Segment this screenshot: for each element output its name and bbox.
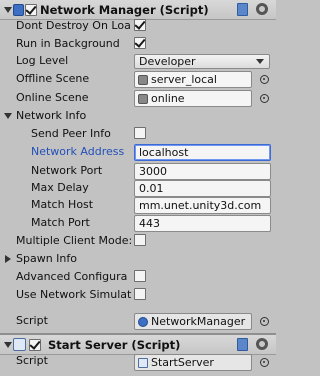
network-manager-foldout-icon[interactable]	[4, 7, 12, 13]
network-address-label: Network Address	[31, 145, 125, 158]
nm-script-picker-icon[interactable]	[260, 317, 269, 326]
online-scene-field[interactable]: online	[134, 90, 252, 107]
dont-destroy-label: Dont Destroy On Loa	[16, 19, 131, 32]
nm-script-value: NetworkManager	[151, 315, 246, 328]
send-peer-info-label: Send Peer Info	[31, 127, 111, 140]
log-level-dropdown[interactable]: Developer	[134, 54, 270, 69]
offline-scene-field[interactable]: server_local	[134, 71, 252, 88]
network-port-label: Network Port	[31, 164, 103, 177]
scene-icon	[138, 94, 148, 104]
match-host-label: Match Host	[31, 198, 94, 211]
help-book-icon[interactable]	[237, 338, 248, 351]
network-manager-title: Network Manager (Script)	[40, 3, 209, 17]
start-server-foldout-icon[interactable]	[4, 342, 12, 348]
scene-icon	[138, 75, 148, 85]
log-level-label: Log Level	[16, 54, 69, 67]
network-manager-icon	[13, 4, 24, 16]
nm-script-label: Script	[16, 314, 48, 327]
gear-icon[interactable]	[256, 338, 268, 350]
gear-icon[interactable]	[256, 3, 268, 15]
online-scene-label: Online Scene	[16, 91, 89, 104]
use-network-sim-checkbox[interactable]	[134, 288, 146, 300]
max-delay-input[interactable]: 0.01	[134, 180, 271, 197]
ss-script-label: Script	[16, 354, 48, 367]
match-port-label: Match Port	[31, 216, 90, 229]
network-address-input[interactable]: localhost	[134, 144, 271, 161]
network-info-foldout-icon[interactable]	[4, 113, 12, 119]
run-in-background-checkbox[interactable]	[134, 36, 146, 49]
ss-script-value: StartServer	[151, 356, 214, 369]
run-in-background-label: Run in Background	[16, 37, 120, 50]
start-server-title: Start Server (Script)	[48, 338, 181, 352]
dont-destroy-checkbox[interactable]	[134, 18, 146, 31]
max-delay-label: Max Delay	[31, 181, 89, 194]
spawn-info-foldout-icon[interactable]	[5, 255, 11, 263]
network-info-label[interactable]: Network Info	[16, 108, 86, 124]
script-icon	[138, 358, 148, 368]
log-level-value: Developer	[139, 55, 196, 68]
advanced-config-label: Advanced Configura	[16, 270, 128, 283]
help-book-icon[interactable]	[237, 3, 248, 16]
offline-scene-picker-icon[interactable]	[260, 75, 269, 84]
online-scene-picker-icon[interactable]	[260, 94, 269, 103]
script-icon	[13, 338, 26, 351]
nm-script-field[interactable]: NetworkManager	[134, 313, 252, 330]
match-port-input[interactable]: 443	[134, 215, 271, 232]
chevron-down-icon	[256, 59, 264, 64]
send-peer-info-checkbox[interactable]	[134, 127, 146, 139]
ss-script-field[interactable]: StartServer	[134, 354, 252, 371]
match-host-input[interactable]: mm.unet.unity3d.com	[134, 197, 271, 214]
offline-scene-value: server_local	[151, 73, 217, 86]
multiple-client-mode-label: Multiple Client Mode:	[16, 234, 133, 247]
network-manager-enabled-checkbox[interactable]	[25, 3, 37, 16]
use-network-sim-label: Use Network Simulat	[16, 288, 132, 301]
offline-scene-label: Offline Scene	[16, 72, 90, 85]
multiple-client-mode-checkbox[interactable]	[134, 234, 146, 246]
advanced-config-checkbox[interactable]	[134, 270, 146, 282]
spawn-info-label[interactable]: Spawn Info	[16, 251, 77, 267]
network-manager-icon	[138, 317, 148, 327]
network-port-input[interactable]: 3000	[134, 163, 271, 180]
online-scene-value: online	[151, 92, 185, 105]
start-server-enabled-checkbox[interactable]	[29, 338, 41, 351]
ss-script-picker-icon[interactable]	[260, 358, 269, 367]
